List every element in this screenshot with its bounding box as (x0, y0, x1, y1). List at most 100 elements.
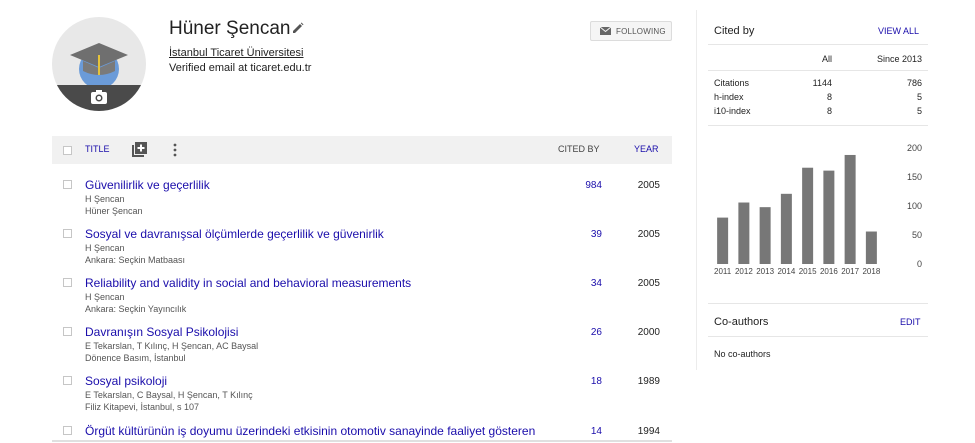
profile-affiliation[interactable]: İstanbul Ticaret Üniversitesi (169, 47, 304, 59)
chart-bar-2014[interactable] (780, 193, 792, 264)
chart-bar-2018[interactable] (865, 231, 877, 264)
add-article-icon[interactable] (132, 142, 147, 157)
x-tick-label: 2017 (841, 267, 859, 276)
chart-bar-2016[interactable] (823, 170, 835, 264)
stat-all: 8 (826, 92, 832, 102)
camera-icon[interactable] (90, 89, 108, 105)
table-bottom-divider (52, 440, 672, 442)
article-authors: H Şencan (85, 292, 125, 302)
pencil-icon[interactable] (292, 22, 304, 34)
chart-bar-2017[interactable] (844, 154, 856, 264)
stats-row-citations: Citations 1144 786 (714, 78, 924, 91)
article-row: Güvenilirlik ve geçerlilik H Şencan Hüne… (52, 178, 672, 226)
article-year: 1989 (637, 376, 660, 387)
view-all-link[interactable]: VIEW ALL (878, 26, 919, 36)
article-venue: Hüner Şencan (85, 206, 143, 216)
article-title[interactable]: Reliability and validity in social and b… (85, 276, 411, 290)
article-venue: Ankara: Seçkin Matbaası (85, 255, 186, 265)
x-tick-label: 2015 (799, 267, 817, 276)
article-venue: Dönence Basım, İstanbul (85, 353, 186, 363)
article-year: 2005 (637, 229, 660, 240)
article-checkbox[interactable] (63, 376, 72, 385)
article-row: Reliability and validity in social and b… (52, 276, 672, 324)
article-cited-by[interactable]: 14 (552, 426, 602, 437)
cited-by-heading: Cited by (714, 25, 755, 37)
article-title[interactable]: Sosyal psikoloji (85, 374, 167, 388)
stat-all: 1144 (812, 78, 832, 88)
stat-all: 8 (826, 106, 832, 116)
article-checkbox[interactable] (63, 229, 72, 238)
profile-name: Hüner Şencan (169, 18, 291, 39)
article-title[interactable]: Sosyal ve davranışsal ölçümlerde geçerli… (85, 227, 384, 241)
coauthors-edit-link[interactable]: EDIT (900, 317, 921, 327)
x-tick-label: 2012 (735, 267, 753, 276)
stat-label: h-index (714, 92, 744, 102)
x-tick-label: 2018 (862, 267, 880, 276)
follow-button-label: FOLLOWING (616, 27, 666, 36)
sort-by-title[interactable]: TITLE (85, 144, 110, 154)
y-tick-label: 0 (917, 259, 922, 269)
articles-table-header: TITLE CITED BY YEAR (52, 136, 672, 164)
column-divider (696, 10, 697, 370)
coauthors-heading: Co-authors (714, 316, 769, 328)
article-venue: Filiz Kitapevi, İstanbul, s 107 (85, 402, 200, 412)
no-coauthors-text: No co-authors (714, 349, 771, 359)
article-checkbox[interactable] (63, 327, 72, 336)
article-cited-by[interactable]: 34 (552, 278, 602, 289)
x-tick-label: 2013 (756, 267, 774, 276)
article-cited-by[interactable]: 18 (552, 376, 602, 387)
sort-by-cited[interactable]: CITED BY (558, 144, 600, 154)
article-checkbox[interactable] (63, 278, 72, 287)
stat-since: 5 (916, 106, 922, 116)
article-row: Örgüt kültürünün iş doyumu üzerindeki et… (52, 424, 672, 440)
cited-by-divider (708, 44, 928, 45)
chart-bar-2011[interactable] (717, 217, 729, 264)
profile-email: Verified email at ticaret.edu.tr (169, 62, 312, 74)
article-year: 1994 (637, 426, 660, 437)
y-tick-label: 50 (912, 230, 922, 240)
article-cited-by[interactable]: 984 (552, 180, 602, 191)
more-vert-icon[interactable] (172, 143, 178, 157)
article-checkbox[interactable] (63, 180, 72, 189)
stat-since: 5 (916, 92, 922, 102)
stats-row-h-index: h-index 8 5 (714, 92, 924, 105)
article-row: Davranışın Sosyal Psikolojisi E Tekarsla… (52, 325, 672, 373)
article-year: 2005 (637, 278, 660, 289)
article-authors: H Şencan (85, 194, 125, 204)
stats-header-divider (708, 70, 928, 71)
envelope-icon (600, 27, 611, 35)
article-cited-by[interactable]: 39 (552, 229, 602, 240)
stat-label: Citations (714, 78, 750, 88)
article-title[interactable]: Örgüt kültürünün iş doyumu üzerindeki et… (85, 424, 535, 438)
x-tick-label: 2014 (777, 267, 795, 276)
coauthors-divider (708, 336, 928, 337)
chart-bar-2015[interactable] (802, 167, 814, 264)
stat-since: 786 (906, 78, 922, 88)
chart-bar-2013[interactable] (759, 207, 771, 264)
coauthors-top-divider (708, 303, 928, 304)
chart-bar-2012[interactable] (738, 202, 750, 264)
y-tick-label: 150 (907, 172, 922, 182)
col-header-all: All (821, 54, 832, 64)
x-tick-label: 2016 (820, 267, 838, 276)
citations-per-year-chart: 200 150 100 50 0 2011 2012 2013 2014 2015 2016 2017… (714, 143, 922, 276)
stat-label: i10-index (714, 106, 751, 116)
article-title[interactable]: Güvenilirlik ve geçerlilik (85, 178, 210, 192)
select-all-checkbox[interactable] (63, 146, 72, 155)
article-checkbox[interactable] (63, 426, 72, 435)
col-header-since: Since 2013 (876, 54, 922, 64)
article-year: 2000 (637, 327, 660, 338)
article-year: 2005 (637, 180, 660, 191)
y-tick-label: 200 (907, 143, 922, 153)
stats-bottom-divider (708, 125, 928, 126)
article-authors: E Tekarslan, C Baysal, H Şencan, T Kılın… (85, 390, 253, 400)
follow-button[interactable]: FOLLOWING (590, 21, 672, 41)
profile-avatar[interactable] (52, 17, 146, 111)
article-row: Sosyal ve davranışsal ölçümlerde geçerli… (52, 227, 672, 275)
article-venue: Ankara: Seçkin Yayıncılık (85, 304, 187, 314)
article-title[interactable]: Davranışın Sosyal Psikolojisi (85, 325, 238, 339)
x-tick-label: 2011 (714, 267, 732, 276)
sort-by-year[interactable]: YEAR (634, 144, 659, 154)
article-cited-by[interactable]: 26 (552, 327, 602, 338)
article-authors: H Şencan (85, 243, 125, 253)
